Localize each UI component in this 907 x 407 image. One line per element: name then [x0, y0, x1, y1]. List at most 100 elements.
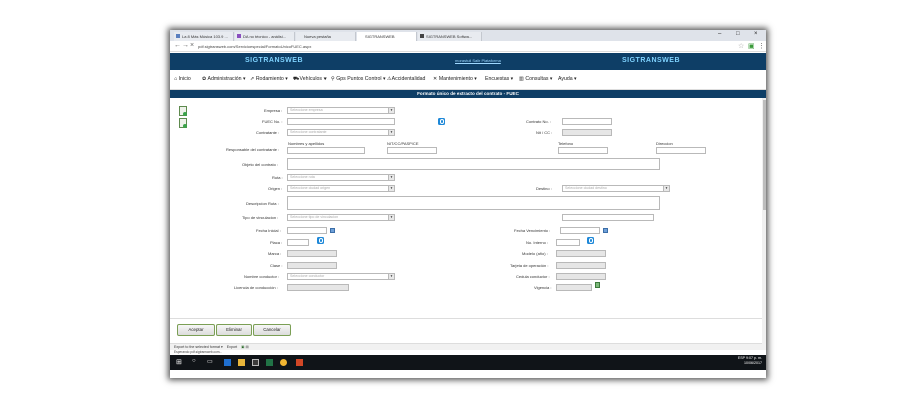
origen-select[interactable]: Seleccione ciudad origen ▼ — [287, 185, 395, 192]
calendar-icon[interactable] — [603, 228, 608, 233]
extension-icon[interactable]: ▣ — [748, 42, 755, 50]
menu-accidentalidad[interactable]: ⚠Accidentalidad — [387, 76, 425, 82]
export-button[interactable]: Export — [227, 345, 237, 349]
vigencia-input[interactable] — [556, 284, 592, 291]
back-icon[interactable]: ← — [174, 42, 181, 49]
destino-label: Destino : — [536, 186, 552, 191]
search-icon[interactable] — [587, 237, 594, 244]
menu-label: Mantenimiento ▾ — [438, 76, 477, 82]
no-interno-input[interactable] — [556, 239, 580, 246]
cancelar-button[interactable]: Cancelar — [253, 324, 291, 336]
contrato-input[interactable] — [562, 118, 612, 125]
menu-gps[interactable]: ⚲ Gps Puntos Control ▾ — [331, 76, 386, 82]
search-icon[interactable]: ○ — [192, 358, 199, 365]
nombre-conductor-label: Nombre conductor : — [244, 274, 280, 279]
powerpoint-icon[interactable] — [296, 359, 303, 366]
windows-start-icon[interactable]: ⊞ — [176, 358, 183, 366]
menu-label: Administración ▾ — [207, 76, 246, 82]
menu-rodamiento[interactable]: ⇗ Rodamiento ▾ — [250, 76, 288, 82]
calendar-icon[interactable] — [330, 228, 335, 233]
new-document-icon[interactable] — [179, 106, 187, 116]
conductor-select[interactable]: Seleccione conductor ▼ — [287, 273, 395, 280]
url-field[interactable]: pdf.sigtransweb.com/Servicioespecial/For… — [198, 43, 718, 50]
menu-vehiculos[interactable]: ⛟Vehículos ▾ — [293, 76, 327, 83]
destino-select[interactable]: Seleccione ciudad destino ▼ — [562, 185, 670, 192]
contratante-label: Contratante : — [256, 130, 280, 135]
menu-encuestas[interactable]: Encuestas ▾ — [485, 76, 513, 82]
store-icon[interactable] — [252, 359, 259, 366]
menu-inicio[interactable]: ⌂ Inicio — [174, 76, 191, 82]
search-icon[interactable] — [317, 237, 324, 244]
vigencia-label: Vigencia : — [534, 285, 552, 290]
clase-input[interactable] — [287, 262, 337, 269]
scrollbar[interactable] — [762, 98, 766, 344]
close-icon[interactable]: × — [754, 31, 758, 37]
licencia-input[interactable] — [287, 284, 349, 291]
aceptar-button[interactable]: Aceptar — [177, 324, 215, 336]
logout-link[interactable]: morastuil Salir Plataforma — [455, 58, 501, 63]
brand-logo-left: SIGTRANSWEB — [245, 57, 303, 64]
menu-icon[interactable]: ⋮ — [758, 42, 765, 50]
ruta-select[interactable]: Seleccione ruta ▼ — [287, 174, 395, 181]
placa-input[interactable] — [287, 239, 309, 246]
browser-tab-1[interactable]: DA no técnico - análisi... — [235, 32, 295, 41]
placa-label: Placa : — [270, 240, 283, 245]
objeto-textarea[interactable] — [287, 158, 660, 170]
menu-ayuda[interactable]: Ayuda ▾ — [558, 76, 577, 82]
file-explorer-icon[interactable] — [238, 359, 245, 366]
minimize-icon[interactable]: – — [718, 31, 721, 37]
print-document-icon[interactable] — [179, 118, 187, 128]
modelo-input[interactable] — [556, 250, 606, 257]
menu-consultas[interactable]: ▥ Consultas ▾ — [519, 76, 552, 82]
tab-label: La 8 Más Música 103.9 ... — [182, 34, 228, 39]
excel-icon[interactable]: ▣ — [241, 345, 244, 349]
taskbar: ⊞ ○ ▭ ESP 9:07 p. m. 10/06/2017 — [170, 355, 766, 370]
pin-icon: ⚲ — [331, 76, 335, 82]
menu-mantenimiento[interactable]: ✕ Mantenimiento ▾ — [433, 76, 477, 82]
browser-tab-2[interactable]: Nueva pestaña — [296, 32, 356, 41]
scrollbar-thumb[interactable] — [762, 100, 766, 210]
task-view-icon[interactable]: ▭ — [207, 358, 214, 365]
excel-app-icon[interactable] — [266, 359, 273, 366]
contratante-select[interactable]: Seleccione contratante ▼ — [287, 129, 395, 136]
fecha-inicial-input[interactable] — [287, 227, 327, 234]
export-format-select[interactable]: Export to the selected format ▾ — [174, 345, 223, 349]
responsable-direccion-input[interactable] — [656, 147, 706, 154]
fuec-input[interactable] — [287, 118, 395, 125]
chevron-down-icon: ▼ — [388, 274, 394, 279]
nit-label: Nit / CC : — [536, 130, 553, 135]
tipo-extra-input[interactable] — [562, 214, 654, 221]
maximize-icon[interactable]: □ — [736, 31, 740, 37]
address-bar: ← → × pdf.sigtransweb.com/Servicioespeci… — [170, 41, 766, 52]
search-icon[interactable] — [438, 118, 445, 125]
tipo-label: Tipo de vinculacion : — [242, 215, 279, 220]
marca-input[interactable] — [287, 250, 337, 257]
browser-tab-3[interactable]: SIGTRANSWEB — [357, 32, 417, 41]
responsable-nombre-input[interactable] — [287, 147, 365, 154]
browser-tab-0[interactable]: La 8 Más Música 103.9 ... — [174, 32, 234, 41]
star-icon[interactable]: ☆ — [738, 42, 744, 50]
print-icon[interactable]: ▤ — [246, 345, 249, 349]
menu-administracion[interactable]: ✿ Administración ▾ — [202, 76, 246, 82]
conductor-placeholder: Seleccione conductor — [290, 274, 325, 278]
chevron-down-icon: ▼ — [388, 186, 394, 191]
tarjeta-input[interactable] — [556, 262, 606, 269]
responsable-telefono-input[interactable] — [558, 147, 608, 154]
origen-placeholder: Seleccione ciudad origen — [290, 186, 331, 190]
tab-label: SIGTRANSWEB Softwa... — [426, 34, 473, 39]
responsable-nit-input[interactable] — [387, 147, 437, 154]
license-status-icon[interactable] — [595, 282, 600, 288]
tipo-select[interactable]: Seleccione tipo de vinculacion ▼ — [287, 214, 395, 221]
fecha-venc-input[interactable] — [560, 227, 600, 234]
forward-icon[interactable]: → — [182, 42, 189, 49]
empresa-select[interactable]: Seleccione empresa ▼ — [287, 107, 395, 114]
eliminar-button[interactable]: Eliminar — [216, 324, 252, 336]
nit-input[interactable] — [562, 129, 612, 136]
browser-tab-4[interactable]: SIGTRANSWEB Softwa... — [418, 32, 482, 41]
system-clock[interactable]: ESP 9:07 p. m. 10/06/2017 — [738, 356, 762, 366]
chrome-icon[interactable] — [280, 359, 287, 366]
stop-icon[interactable]: × — [190, 42, 194, 49]
edge-icon[interactable] — [224, 359, 231, 366]
descripcion-textarea[interactable] — [287, 196, 660, 210]
cedula-input[interactable] — [556, 273, 606, 280]
